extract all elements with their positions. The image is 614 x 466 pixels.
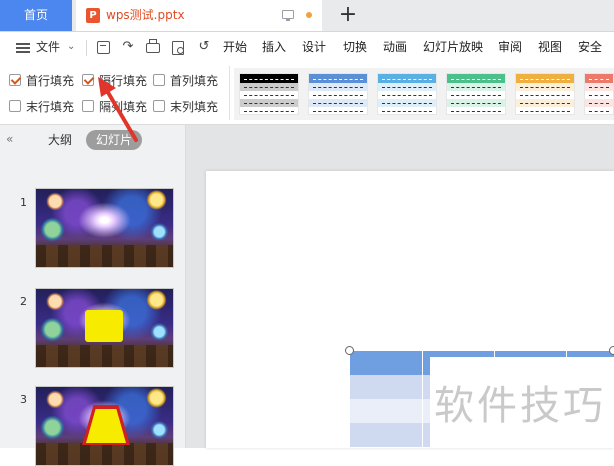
divider: [86, 40, 87, 56]
undo-icon[interactable]: ↺: [196, 39, 212, 55]
style-line: [451, 103, 501, 104]
yellow-shape: [85, 310, 123, 342]
thumbnail-image: [36, 443, 173, 465]
divider: [229, 66, 230, 120]
option-label: 首列填充: [170, 74, 219, 88]
checkbox-banded-columns[interactable]: [82, 100, 94, 112]
chevron-down-icon[interactable]: ⌄: [67, 41, 75, 53]
style-line: [244, 79, 294, 80]
slide-thumbnail[interactable]: [35, 386, 174, 466]
home-tab[interactable]: 首页: [0, 0, 72, 31]
menu-slideshow[interactable]: 幻灯片放映: [423, 32, 483, 62]
style-line: [244, 87, 294, 88]
slide-number: 1: [20, 196, 27, 209]
option-label: 首行填充: [26, 74, 75, 88]
style-line: [589, 79, 609, 80]
style-line: [520, 87, 570, 88]
monitor-icon[interactable]: [282, 10, 294, 21]
menu-animations[interactable]: 动画: [383, 32, 407, 62]
slide-number: 2: [20, 295, 27, 308]
menu-security[interactable]: 安全: [578, 32, 602, 62]
collapse-panel-icon[interactable]: «: [6, 132, 13, 146]
checkbox-last-column[interactable]: [153, 100, 165, 112]
option-label: 末列填充: [170, 100, 219, 114]
style-line: [313, 103, 363, 104]
tab-bar: 首页 P wps测试.pptx +: [0, 0, 614, 32]
style-line: [589, 111, 609, 112]
style-line: [520, 95, 570, 96]
option-label: 隔列填充: [99, 100, 148, 114]
option-label: 隔行填充: [99, 74, 148, 88]
style-line: [520, 79, 570, 80]
table-style-gallery: [234, 68, 614, 120]
table-style-thumb[interactable]: [446, 73, 506, 115]
export-icon[interactable]: ↷: [120, 39, 136, 55]
hamburger-menu-icon[interactable]: [16, 43, 30, 53]
style-line: [382, 103, 432, 104]
option-label: 末行填充: [26, 100, 75, 114]
slide-canvas: 软件技巧: [186, 125, 614, 448]
style-line: [589, 95, 609, 96]
style-line: [520, 111, 570, 112]
document-tab[interactable]: P wps测试.pptx: [76, 0, 322, 31]
style-line: [451, 111, 501, 112]
checkbox-last-row[interactable]: [9, 100, 21, 112]
slide-thumbnail[interactable]: [35, 288, 174, 368]
slide-thumbnail[interactable]: [35, 188, 174, 268]
style-line: [244, 95, 294, 96]
style-line: [451, 95, 501, 96]
table-style-thumb[interactable]: [584, 73, 614, 115]
style-line: [382, 87, 432, 88]
slide-number: 3: [20, 393, 27, 406]
tab-outline[interactable]: 大纲: [48, 133, 72, 147]
menu-home[interactable]: 开始: [223, 32, 247, 62]
slides-panel: « 大纲 幻灯片 1 2 3: [0, 125, 186, 466]
unsaved-dot-icon: [306, 12, 312, 18]
menu-view[interactable]: 视图: [538, 32, 562, 62]
print-icon[interactable]: [146, 39, 160, 53]
style-line: [244, 103, 294, 104]
print-preview-icon[interactable]: [172, 41, 184, 55]
table-style-thumb[interactable]: [239, 73, 299, 115]
style-line: [451, 87, 501, 88]
table-column-divider: [422, 351, 423, 448]
style-line: [313, 95, 363, 96]
new-tab-button[interactable]: +: [335, 2, 361, 28]
resize-handle[interactable]: [609, 346, 614, 355]
save-icon[interactable]: [97, 41, 110, 54]
checkbox-banded-rows[interactable]: [82, 74, 94, 86]
table-style-thumb[interactable]: [308, 73, 368, 115]
menu-design[interactable]: 设计: [302, 32, 326, 62]
table-style-ribbon: 首行填充 隔行填充 首列填充 末行填充 隔列填充 末列填充: [0, 62, 614, 125]
file-menu[interactable]: 文件: [36, 32, 60, 62]
resize-handle[interactable]: [345, 346, 354, 355]
style-line: [520, 103, 570, 104]
tab-slides[interactable]: 幻灯片: [86, 130, 142, 150]
style-line: [313, 87, 363, 88]
watermark-text: 软件技巧: [434, 383, 606, 429]
style-line: [313, 111, 363, 112]
style-line: [382, 95, 432, 96]
menu-insert[interactable]: 插入: [262, 32, 286, 62]
style-line: [451, 79, 501, 80]
table-style-thumb[interactable]: [377, 73, 437, 115]
menu-transitions[interactable]: 切换: [343, 32, 367, 62]
menu-bar: 文件 ⌄ ↷ ↺ 开始 插入 设计 切换 动画 幻灯片放映 审阅 视图 安全: [0, 32, 614, 62]
style-line: [589, 103, 609, 104]
style-line: [382, 79, 432, 80]
style-line: [313, 79, 363, 80]
document-title: wps测试.pptx: [106, 8, 185, 22]
menu-review[interactable]: 审阅: [498, 32, 522, 62]
style-line: [382, 111, 432, 112]
thumbnail-image: [36, 245, 173, 267]
table-style-thumb[interactable]: [515, 73, 575, 115]
style-line: [589, 87, 609, 88]
thumbnail-image: [36, 345, 173, 367]
checkbox-first-row[interactable]: [9, 74, 21, 86]
ppt-file-icon: P: [86, 8, 100, 23]
checkbox-first-column[interactable]: [153, 74, 165, 86]
style-line: [244, 111, 294, 112]
